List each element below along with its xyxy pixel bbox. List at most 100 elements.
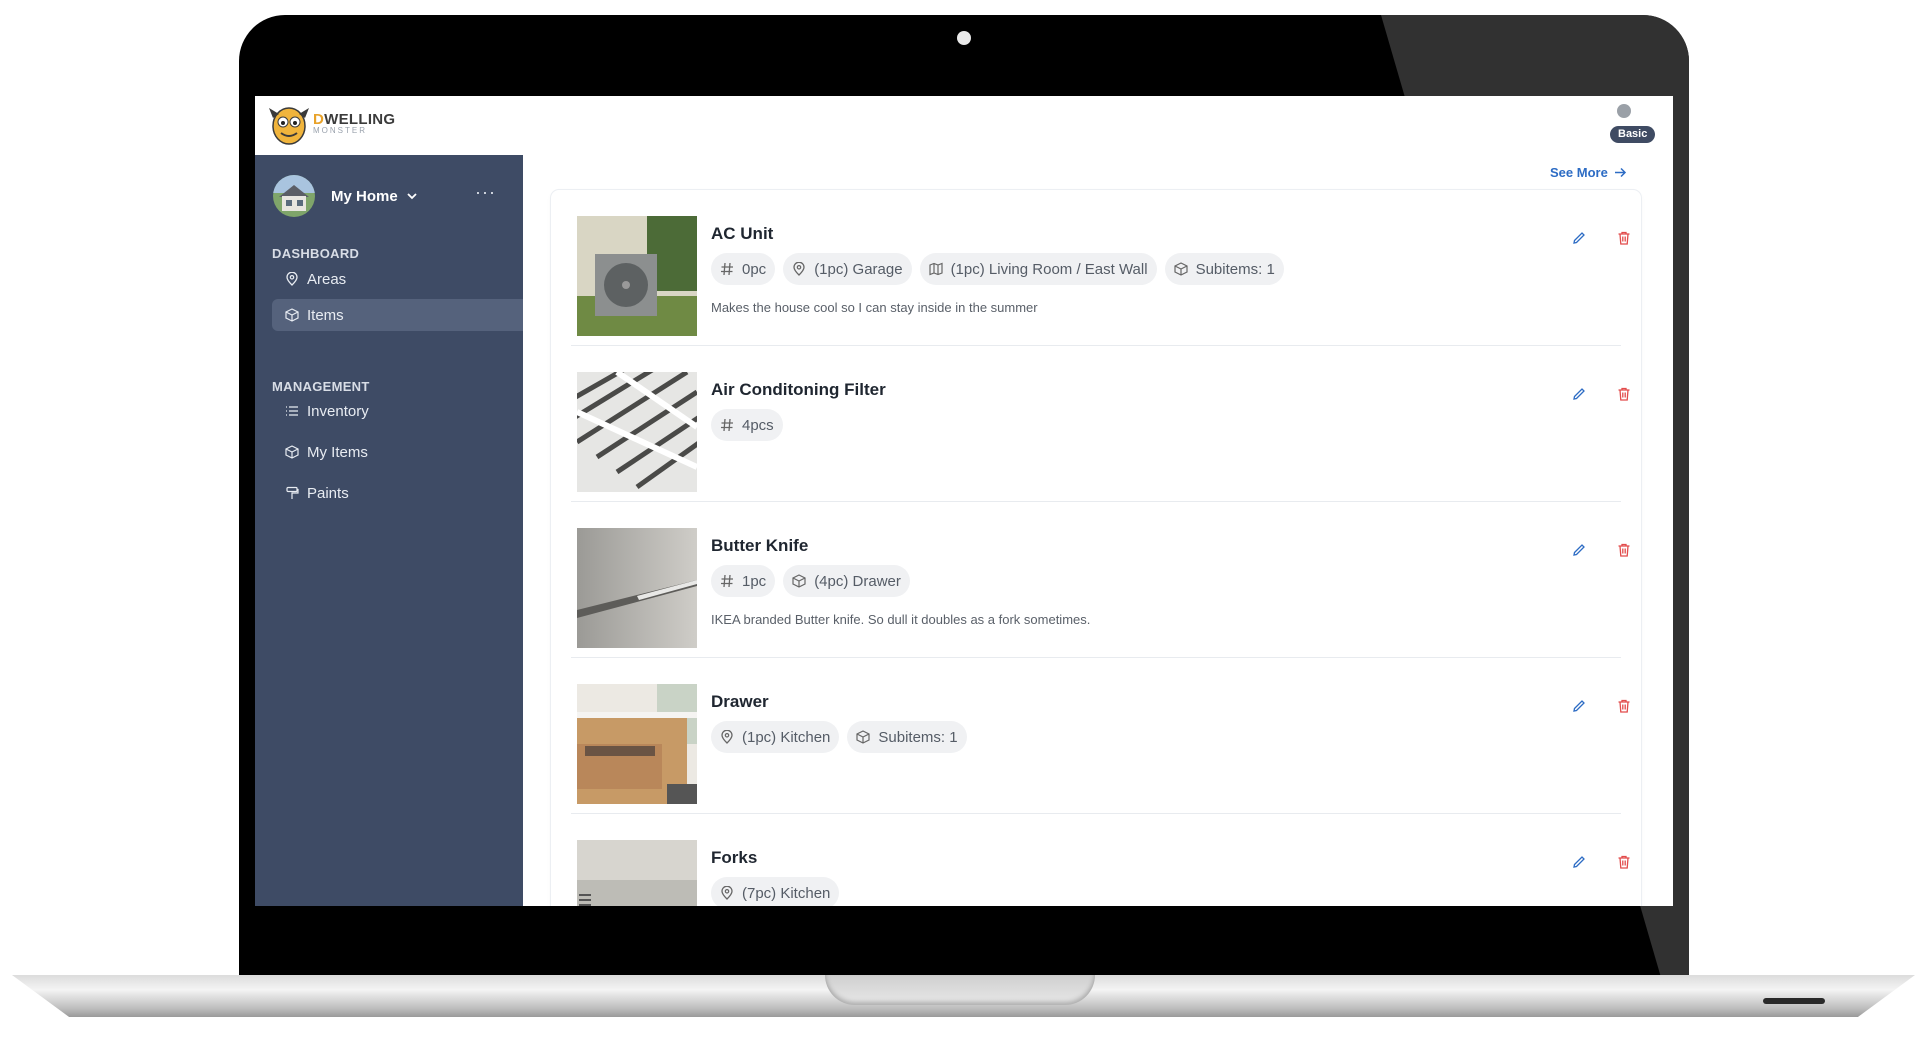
sidebar-item-label: Paints [307, 484, 349, 502]
chip-label: (1pc) Garage [814, 260, 903, 278]
item-image-ac-unit [577, 216, 697, 336]
sidebar-item-label: Inventory [307, 402, 369, 420]
app-logo[interactable]: DWELLING MONSTER [267, 100, 395, 146]
map-pin-icon [721, 886, 733, 900]
home-avatar [273, 175, 315, 217]
home-selector[interactable]: My Home [273, 175, 418, 217]
list-icon [286, 406, 298, 416]
item-chips: (7pc) Kitchen [711, 877, 847, 906]
item-image-butter-knife [577, 528, 697, 648]
list-item[interactable]: Drawer (1pc) Kitchen Subitems: 1 [571, 658, 1630, 814]
chip-label: (1pc) Living Room / East Wall [950, 260, 1148, 278]
hash-icon [721, 262, 733, 276]
item-name: Air Conditoning Filter [711, 380, 886, 399]
see-more-link[interactable]: See More [1550, 165, 1627, 180]
area-chip[interactable]: (1pc) Garage [783, 253, 912, 285]
quantity-chip[interactable]: 4pcs [711, 409, 783, 441]
sidebar-item-items[interactable]: Items [272, 299, 523, 331]
item-chips: 0pc (1pc) Garage (1pc) Living Room / Eas… [711, 253, 1292, 285]
subitems-chip[interactable]: Subitems: 1 [1164, 253, 1284, 285]
hash-icon [721, 574, 733, 588]
laptop-foot [1763, 998, 1825, 1004]
chip-label: Subitems: 1 [878, 728, 958, 746]
logo-subtext: MONSTER [313, 125, 367, 135]
chip-label: 4pcs [742, 416, 774, 434]
logo-wordmark: DWELLING [313, 110, 396, 128]
sidebar-item-inventory[interactable]: Inventory [272, 395, 523, 427]
cube-icon [285, 445, 299, 459]
webcam [957, 31, 971, 45]
trash-icon[interactable] [1616, 698, 1632, 714]
item-name: Drawer [711, 692, 769, 711]
container-chip[interactable]: (4pc) Drawer [783, 565, 910, 597]
area-chip[interactable]: (7pc) Kitchen [711, 877, 840, 906]
chip-label: 1pc [742, 572, 767, 590]
item-name: Butter Knife [711, 536, 809, 555]
item-name: AC Unit [711, 224, 774, 243]
cube-icon [1173, 262, 1188, 276]
item-image-air-filter [577, 372, 697, 492]
paint-roller-icon [286, 486, 299, 499]
trash-icon[interactable] [1616, 854, 1632, 870]
sidebar-item-label: Areas [307, 270, 347, 288]
home-name: My Home [331, 187, 398, 205]
items-card: AC Unit 0pc (1pc) Garage (1pc) Living Ro… [551, 190, 1641, 906]
map-pin-icon [721, 730, 733, 744]
monster-mascot-icon [269, 107, 309, 145]
chip-label: Subitems: 1 [1195, 260, 1275, 278]
app-screen: DWELLING MONSTER Basic My Home ··· DASHB… [255, 96, 1673, 906]
edit-pencil-icon[interactable] [1571, 854, 1587, 870]
user-avatar[interactable] [1617, 104, 1631, 118]
map-pin-icon [286, 272, 298, 286]
plan-badge: Basic [1610, 126, 1656, 143]
main-content: See More AC Unit 0pc (1pc) Garage (1pc) … [523, 155, 1673, 906]
list-item[interactable]: Air Conditoning Filter 4pcs [571, 346, 1630, 502]
more-options-button[interactable]: ··· [475, 182, 496, 203]
trash-icon[interactable] [1616, 542, 1632, 558]
chevron-down-icon [407, 193, 417, 200]
edit-pencil-icon[interactable] [1571, 386, 1587, 402]
trash-icon[interactable] [1616, 230, 1632, 246]
edit-pencil-icon[interactable] [1571, 698, 1587, 714]
chip-label: 0pc [742, 260, 767, 278]
section-dashboard: DASHBOARD [272, 246, 360, 261]
arrow-right-icon [1614, 167, 1626, 178]
quantity-chip[interactable]: 0pc [711, 253, 776, 285]
sidebar: My Home ··· DASHBOARD Areas Items MANAGE… [255, 155, 523, 906]
hash-icon [721, 418, 733, 432]
item-description: IKEA branded Butter knife. So dull it do… [711, 612, 1091, 627]
chip-label: (7pc) Kitchen [742, 884, 831, 902]
list-item[interactable]: Butter Knife 1pc (4pc) Drawer IKEA brand… [571, 502, 1630, 658]
top-bar: DWELLING MONSTER Basic [255, 96, 1673, 156]
item-image-drawer [577, 684, 697, 804]
sidebar-item-label: My Items [307, 443, 368, 461]
subitems-chip[interactable]: Subitems: 1 [847, 721, 967, 753]
list-item[interactable]: Forks (7pc) Kitchen [571, 814, 1630, 906]
see-more-label: See More [1550, 165, 1608, 180]
list-item[interactable]: AC Unit 0pc (1pc) Garage (1pc) Living Ro… [571, 190, 1630, 346]
cube-icon [792, 574, 806, 588]
sidebar-item-areas[interactable]: Areas [272, 263, 523, 295]
laptop-notch [825, 975, 1095, 1005]
item-name: Forks [711, 848, 758, 867]
item-chips: (1pc) Kitchen Subitems: 1 [711, 721, 975, 753]
item-chips: 1pc (4pc) Drawer [711, 565, 918, 597]
item-chips: 4pcs [711, 409, 791, 441]
chip-label: (1pc) Kitchen [742, 728, 831, 746]
cube-icon [856, 730, 870, 744]
location-chip[interactable]: (1pc) Living Room / East Wall [919, 253, 1157, 285]
quantity-chip[interactable]: 1pc [711, 565, 776, 597]
trash-icon[interactable] [1616, 386, 1632, 402]
sidebar-item-label: Items [307, 306, 344, 324]
edit-pencil-icon[interactable] [1571, 542, 1587, 558]
sidebar-item-paints[interactable]: Paints [272, 477, 523, 509]
item-image-forks [577, 840, 697, 906]
edit-pencil-icon[interactable] [1571, 230, 1587, 246]
item-description: Makes the house cool so I can stay insid… [711, 300, 1038, 315]
area-chip[interactable]: (1pc) Kitchen [711, 721, 840, 753]
map-pin-icon [793, 262, 805, 276]
sidebar-item-my-items[interactable]: My Items [272, 436, 523, 468]
section-management: MANAGEMENT [272, 379, 370, 394]
map-icon [928, 262, 943, 276]
cube-icon [285, 308, 299, 322]
